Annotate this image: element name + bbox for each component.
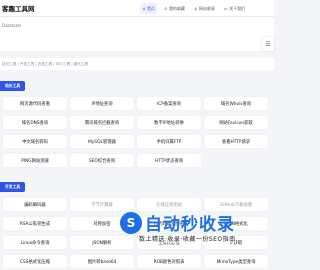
watermark-title: 自动秒收录 xyxy=(145,215,235,235)
category-links[interactable]: 站长工具 | 开发工具 | 在线工具 | SEO工具 | 娱乐工具 xyxy=(2,62,88,67)
nav-home-label: 首页 xyxy=(147,5,156,11)
tool-button[interactable]: ICP备案查询 xyxy=(137,97,201,110)
tool-button[interactable]: MySQL管理器 xyxy=(70,135,134,148)
tool-button[interactable]: CSS格式化压缩 xyxy=(3,255,67,268)
section-title-webmaster: 站长工具 xyxy=(0,81,26,91)
tool-button[interactable]: 域名Whois查询 xyxy=(204,97,268,110)
nav-about-label: 关于我们 xyxy=(229,5,246,11)
tool-button[interactable]: SEO综合查询 xyxy=(70,154,134,167)
nav-favorites[interactable]: ⊙ 我的收藏 xyxy=(161,3,188,14)
about-icon: ▭ xyxy=(223,6,228,11)
tool-button[interactable]: 腾讯域名拦截查询 xyxy=(70,116,134,129)
favorites-icon: ⊙ xyxy=(164,6,168,11)
tool-button[interactable]: IP地址查询 xyxy=(70,97,134,110)
tool-button[interactable]: 图片转base64 xyxy=(70,255,134,268)
nav-site-submit-label: 网站收录 xyxy=(198,5,215,11)
watermark-subtitle: 数上精选·收录·收藏一份SEO指南 xyxy=(139,234,236,243)
tool-button[interactable]: 网页源代码查看 xyxy=(3,97,67,110)
side-menu-icon[interactable]: ☰ xyxy=(262,37,274,51)
tool-button[interactable]: 网站Favicon获取 xyxy=(204,116,268,129)
tool-button[interactable]: HTTP状态查询 xyxy=(137,154,201,167)
submit-icon: ◎ xyxy=(193,6,198,11)
tool-button[interactable]: 编码解码器 xyxy=(3,198,67,211)
search-input[interactable] xyxy=(2,20,252,31)
nav-favorites-label: 我的收藏 xyxy=(168,5,185,11)
tool-button[interactable]: 手机归属FTP xyxy=(137,135,201,148)
main-nav: ⌂ 首页 ⊙ 我的收藏 ◎ 网站收录 ▭ 关于我们 xyxy=(140,3,248,14)
nav-site-submit[interactable]: ◎ 网站收录 xyxy=(191,3,218,14)
tool-button[interactable]: JSON解析 xyxy=(70,236,134,249)
tool-button[interactable]: 数字IP地址转换 xyxy=(137,116,201,129)
nav-about[interactable]: ▭ 关于我们 xyxy=(221,3,248,14)
home-icon: ⌂ xyxy=(143,6,146,11)
site-logo[interactable]: 客趣工具网 xyxy=(2,3,35,13)
tool-button[interactable]: RSA公私钥生成 xyxy=(3,217,67,230)
tool-button[interactable]: 域名DNS查询 xyxy=(3,116,67,129)
watermark-overlay: S 自动秒收录 xyxy=(120,210,235,235)
nav-home[interactable]: ⌂ 首页 xyxy=(140,3,159,14)
tool-button[interactable]: 查看HTTP请求 xyxy=(204,135,268,148)
tool-button[interactable]: 中文域名转码 xyxy=(3,135,67,148)
top-navigation-bar: 客趣工具网 ⌂ 首页 ⊙ 我的收藏 ◎ 网站收录 ▭ 关于我们 xyxy=(0,0,274,17)
section-title-dev: 开发工具 xyxy=(0,182,26,192)
tool-button[interactable]: ROB颜色对照表 xyxy=(137,255,201,268)
watermark-logo-icon: S xyxy=(120,211,142,234)
tool-button[interactable]: PING网站测速 xyxy=(3,154,67,167)
tool-button[interactable]: MimeType类型查询 xyxy=(204,255,268,268)
tool-button[interactable]: Linux命令查询 xyxy=(3,236,67,249)
